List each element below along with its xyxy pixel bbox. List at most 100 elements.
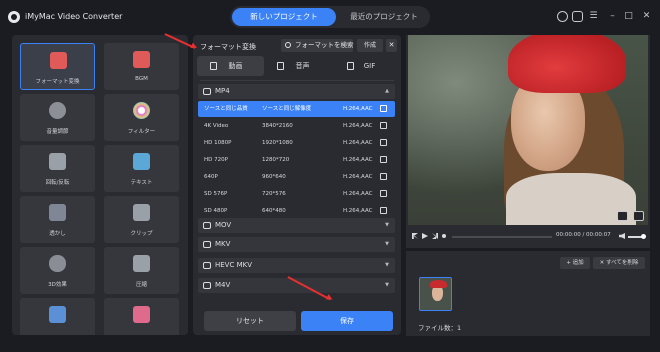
user-icon[interactable] [557,11,568,22]
tool-label: 音量調節 [46,129,69,135]
menu-icon[interactable]: ☰ [588,11,599,22]
tool-volume-adjust[interactable]: 音量調節 [20,94,95,141]
tool-compress[interactable]: 圧縮 [104,247,179,294]
gif-icon [347,62,354,70]
preset-row[interactable]: HD 720P 1280*720 H.264,AAC [198,152,395,168]
format-group-icon [203,222,211,229]
reset-button[interactable]: リセット [204,311,296,331]
rotate-flip-icon [49,153,66,170]
format-convert-icon [50,52,67,69]
preset-row[interactable]: SD 576P 720*576 H.264,AAC [198,186,395,202]
tool-format-convert[interactable]: フォーマット変換 [20,43,95,90]
group-label: MP4 [215,87,230,95]
tool-label: 回転/反転 [45,180,70,186]
3d-effect-icon [49,255,66,272]
tool-bgm[interactable]: BGM [104,43,179,90]
clear-all-button[interactable]: ✕ すべてを削除 [593,257,645,269]
edit-preset-icon[interactable] [380,139,387,146]
fullscreen-icon[interactable] [633,211,644,221]
app-title: iMyMac Video Converter [25,12,123,21]
maximize-icon[interactable]: □ [623,11,634,22]
group-label: MKV [215,240,231,248]
chevron-down-icon: ▼ [385,262,389,268]
tab-recent-projects[interactable]: 最近のプロジェクト [340,6,428,28]
player-controls: 00:00:00 / 00:00:07 [408,230,648,244]
tool-filter[interactable]: フィルター [104,94,179,141]
app-logo-icon [8,11,20,23]
group-mov[interactable]: MOV ▼ [198,218,395,233]
save-button[interactable]: 保存 [301,311,393,331]
file-list-panel: + 追加 ✕ すべてを削除 ファイル数：1 [406,251,650,336]
tool-label: 圧縮 [135,282,147,288]
format-search-label: フォーマットを検索 [295,41,354,49]
format-panel-title: フォーマット変換 [200,43,256,51]
edit-preset-icon[interactable] [380,207,387,214]
gear-icon[interactable] [572,11,583,22]
edit-preset-icon[interactable] [380,122,387,129]
group-mkv[interactable]: MKV ▼ [198,237,395,252]
divider [200,80,394,81]
edit-preset-icon[interactable] [380,173,387,180]
play-icon[interactable] [422,233,428,239]
format-group-icon [203,282,211,289]
preset-row[interactable]: 640P 960*640 H.264,AAC [198,169,395,185]
tool-panel: フォーマット変換 BGM 音量調節 フィルター 回転/反転 テキスト 透かし ク… [12,35,188,335]
format-group-icon [203,88,211,95]
edit-preset-icon[interactable] [380,156,387,163]
tool-label: フォーマット変換 [35,79,80,85]
preset-row[interactable]: 4K Video 3840*2160 H.264,AAC [198,118,395,134]
clip-icon [133,204,150,221]
close-window-icon[interactable]: ✕ [641,11,652,22]
preview-panel: 00:00:00 / 00:00:07 [406,35,650,248]
next-icon[interactable] [432,233,438,239]
group-mp4[interactable]: MP4 ▲ [198,84,395,99]
close-panel-button[interactable]: ✕ [386,39,397,52]
tab-gif[interactable]: GIF [331,56,398,76]
group-label: M4V [215,281,231,289]
edit-preset-icon[interactable] [380,190,387,197]
tool-text[interactable]: テキスト [104,145,179,192]
format-panel: フォーマット変換 フォーマットを検索 作成 ✕ 動画 音声 GIF MP4 ▲ … [193,35,401,335]
preset-row[interactable]: HD 1080P 1920*1080 H.264,AAC [198,135,395,151]
snapshot-icon[interactable] [617,211,628,221]
compress-icon [133,255,150,272]
stop-icon[interactable] [442,234,446,238]
tab-new-project[interactable]: 新しいプロジェクト [232,8,336,26]
file-count: ファイル数：1 [418,324,462,332]
edit-preset-icon[interactable] [380,105,387,112]
create-button[interactable]: 作成 [357,39,383,52]
volume-knob[interactable] [641,234,646,239]
format-search-button[interactable]: フォーマットを検索 [281,39,354,52]
tool-rotate-flip[interactable]: 回転/反転 [20,145,95,192]
video-preview[interactable] [408,35,648,225]
screen-record-icon [133,306,150,323]
search-icon [285,42,291,48]
tool-edit[interactable] [20,298,95,335]
tab-label: GIF [363,62,376,70]
group-label: HEVC MKV [215,261,253,269]
previous-icon[interactable] [412,233,418,239]
tab-label: 動画 [228,62,243,70]
tool-label: テキスト [130,180,153,186]
add-file-button[interactable]: + 追加 [560,257,590,269]
preset-row[interactable]: ソースと同じ品質 ソースと同じ解像度 H.264,AAC [198,101,395,117]
preset-row[interactable]: SD 480P 640*480 H.264,AAC [198,203,395,219]
tool-screen-record[interactable] [104,298,179,335]
tool-watermark[interactable]: 透かし [20,196,95,243]
progress-track[interactable] [452,236,552,238]
video-icon [210,62,217,70]
volume-adjust-icon [49,102,66,119]
volume-icon[interactable] [619,233,625,239]
minimize-icon[interactable]: – [607,11,618,22]
tool-3d-effect[interactable]: 3D効果 [20,247,95,294]
tool-clip[interactable]: クリップ [104,196,179,243]
tab-video[interactable]: 動画 [197,56,264,76]
chevron-down-icon: ▼ [385,241,389,247]
filter-icon [133,102,150,119]
group-hevc-mkv[interactable]: HEVC MKV ▼ [198,258,395,273]
tool-label: クリップ [130,231,153,237]
tab-audio[interactable]: 音声 [264,56,331,76]
tool-label: 透かし [49,231,66,237]
file-thumbnail[interactable] [419,277,452,311]
watermark-icon [49,204,66,221]
